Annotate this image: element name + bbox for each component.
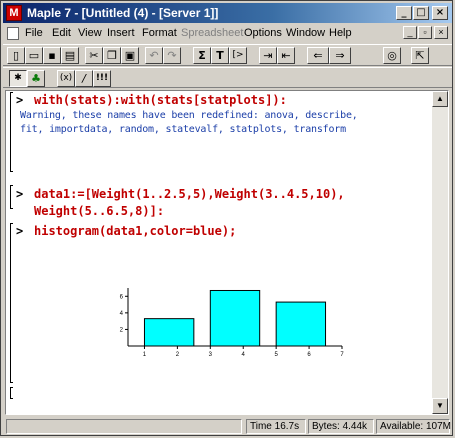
menu-spreadsheet[interactable]: Spreadsheet: [181, 27, 243, 39]
forward-icon[interactable]: ⇒: [329, 47, 351, 64]
help-icon[interactable]: ⇱: [411, 47, 429, 64]
maple-app-icon: M: [6, 5, 22, 21]
copy-icon[interactable]: ❐: [103, 47, 121, 64]
context-toolbar: ✱ ♣ (x) / !!!: [3, 67, 452, 88]
title-bar: M Maple 7 - [Untitled (4) - [Server 1]] …: [3, 3, 452, 23]
menu-options[interactable]: Options: [244, 27, 282, 39]
print-icon[interactable]: ▤: [61, 47, 79, 64]
group-bracket[interactable]: [10, 92, 13, 172]
command-data1-continued[interactable]: Weight(5..6.5,8)]:: [34, 204, 164, 218]
execute-group-icon[interactable]: [>: [229, 47, 247, 64]
maple-leaf-icon[interactable]: ♣: [27, 70, 45, 87]
y-tick-label: 6: [120, 294, 124, 300]
histogram-bar: [143, 318, 195, 347]
indent-icon[interactable]: ⇥: [259, 47, 277, 64]
fraction-icon[interactable]: (x): [57, 70, 75, 87]
input-prompt: >: [16, 187, 24, 201]
cut-icon[interactable]: ✂: [85, 47, 103, 64]
y-tick-label: 2: [120, 327, 124, 333]
x-tick-label: 6: [307, 352, 311, 358]
menu-format[interactable]: Format: [142, 27, 177, 39]
close-button[interactable]: ×: [432, 6, 448, 20]
y-tick-label: 4: [120, 311, 124, 317]
menu-help[interactable]: Help: [329, 27, 352, 39]
status-bytes: Bytes: 4.44k: [308, 419, 374, 434]
input-prompt: >: [16, 93, 24, 107]
italic-icon[interactable]: /: [75, 70, 93, 87]
new-icon[interactable]: ▯: [7, 47, 25, 64]
status-bar: Time 16.7s Bytes: 4.44k Available: 107M: [3, 417, 452, 435]
group-bracket[interactable]: [10, 387, 13, 399]
group-bracket[interactable]: [10, 223, 13, 383]
x-tick-label: 2: [176, 352, 180, 358]
minimize-button[interactable]: _: [396, 6, 412, 20]
maple-window: M Maple 7 - [Untitled (4) - [Server 1]] …: [0, 0, 453, 436]
exclaim-icon[interactable]: !!!: [93, 70, 111, 87]
maximize-button[interactable]: □: [413, 6, 429, 20]
command-with-stats[interactable]: with(stats):with(stats[statplots]):: [34, 93, 287, 107]
command-histogram[interactable]: histogram(data1,color=blue);: [34, 224, 236, 238]
menu-insert[interactable]: Insert: [107, 27, 135, 39]
status-message: [6, 419, 242, 434]
doc-minimize-button[interactable]: _: [403, 26, 417, 39]
doc-close-button[interactable]: ×: [434, 26, 448, 39]
redo-icon[interactable]: ↷: [163, 47, 181, 64]
window-title: Maple 7 - [Untitled (4) - [Server 1]]: [27, 6, 219, 20]
main-toolbar: ▯ ▭ ▪ ▤ ✂ ❐ ▣ ↶ ↷ Σ T [> ⇥ ⇤ ⇐ ⇒ ◎ ⇱: [3, 44, 452, 66]
status-time: Time 16.7s: [246, 419, 306, 434]
x-tick-label: 1: [143, 352, 147, 358]
sigma-icon[interactable]: Σ: [193, 47, 211, 64]
warning-line-1: Warning, these names have been redefined…: [20, 110, 358, 121]
menu-view[interactable]: View: [78, 27, 102, 39]
back-icon[interactable]: ⇐: [307, 47, 329, 64]
expression-icon[interactable]: ✱: [9, 70, 27, 87]
x-tick-label: 3: [209, 352, 213, 358]
histogram-bar: [209, 289, 261, 347]
scroll-down-arrow-icon[interactable]: ▼: [432, 398, 448, 414]
x-tick-label: 5: [274, 352, 278, 358]
x-tick-label: 7: [340, 352, 344, 358]
vertical-scrollbar[interactable]: ▲ ▼: [432, 91, 448, 414]
undo-icon[interactable]: ↶: [145, 47, 163, 64]
warning-line-2: fit, importdata, random, statevalf, stat…: [20, 124, 346, 135]
outdent-icon[interactable]: ⇤: [277, 47, 295, 64]
text-icon[interactable]: T: [211, 47, 229, 64]
menu-bar: File Edit View Insert Format Spreadsheet…: [3, 24, 452, 43]
status-available: Available: 107M: [376, 419, 451, 434]
menu-window[interactable]: Window: [286, 27, 325, 39]
worksheet[interactable]: > with(stats):with(stats[statplots]): Wa…: [5, 90, 449, 415]
open-icon[interactable]: ▭: [25, 47, 43, 64]
document-icon[interactable]: [7, 27, 19, 40]
paste-icon[interactable]: ▣: [121, 47, 139, 64]
histogram-plot[interactable]: 1 2 3 4 5 6 7 2 4 6: [116, 284, 356, 364]
doc-restore-button[interactable]: ▫: [418, 26, 432, 39]
save-icon[interactable]: ▪: [43, 47, 61, 64]
x-tick-label: 4: [242, 352, 246, 358]
menu-edit[interactable]: Edit: [52, 27, 71, 39]
scroll-up-arrow-icon[interactable]: ▲: [432, 91, 448, 107]
group-bracket[interactable]: [10, 185, 13, 209]
command-data1[interactable]: data1:=[Weight(1..2.5,5),Weight(3..4.5,1…: [34, 187, 345, 201]
stop-icon[interactable]: ◎: [383, 47, 401, 64]
input-prompt: >: [16, 224, 24, 238]
menu-file[interactable]: File: [25, 27, 43, 39]
histogram-bar: [275, 301, 327, 347]
